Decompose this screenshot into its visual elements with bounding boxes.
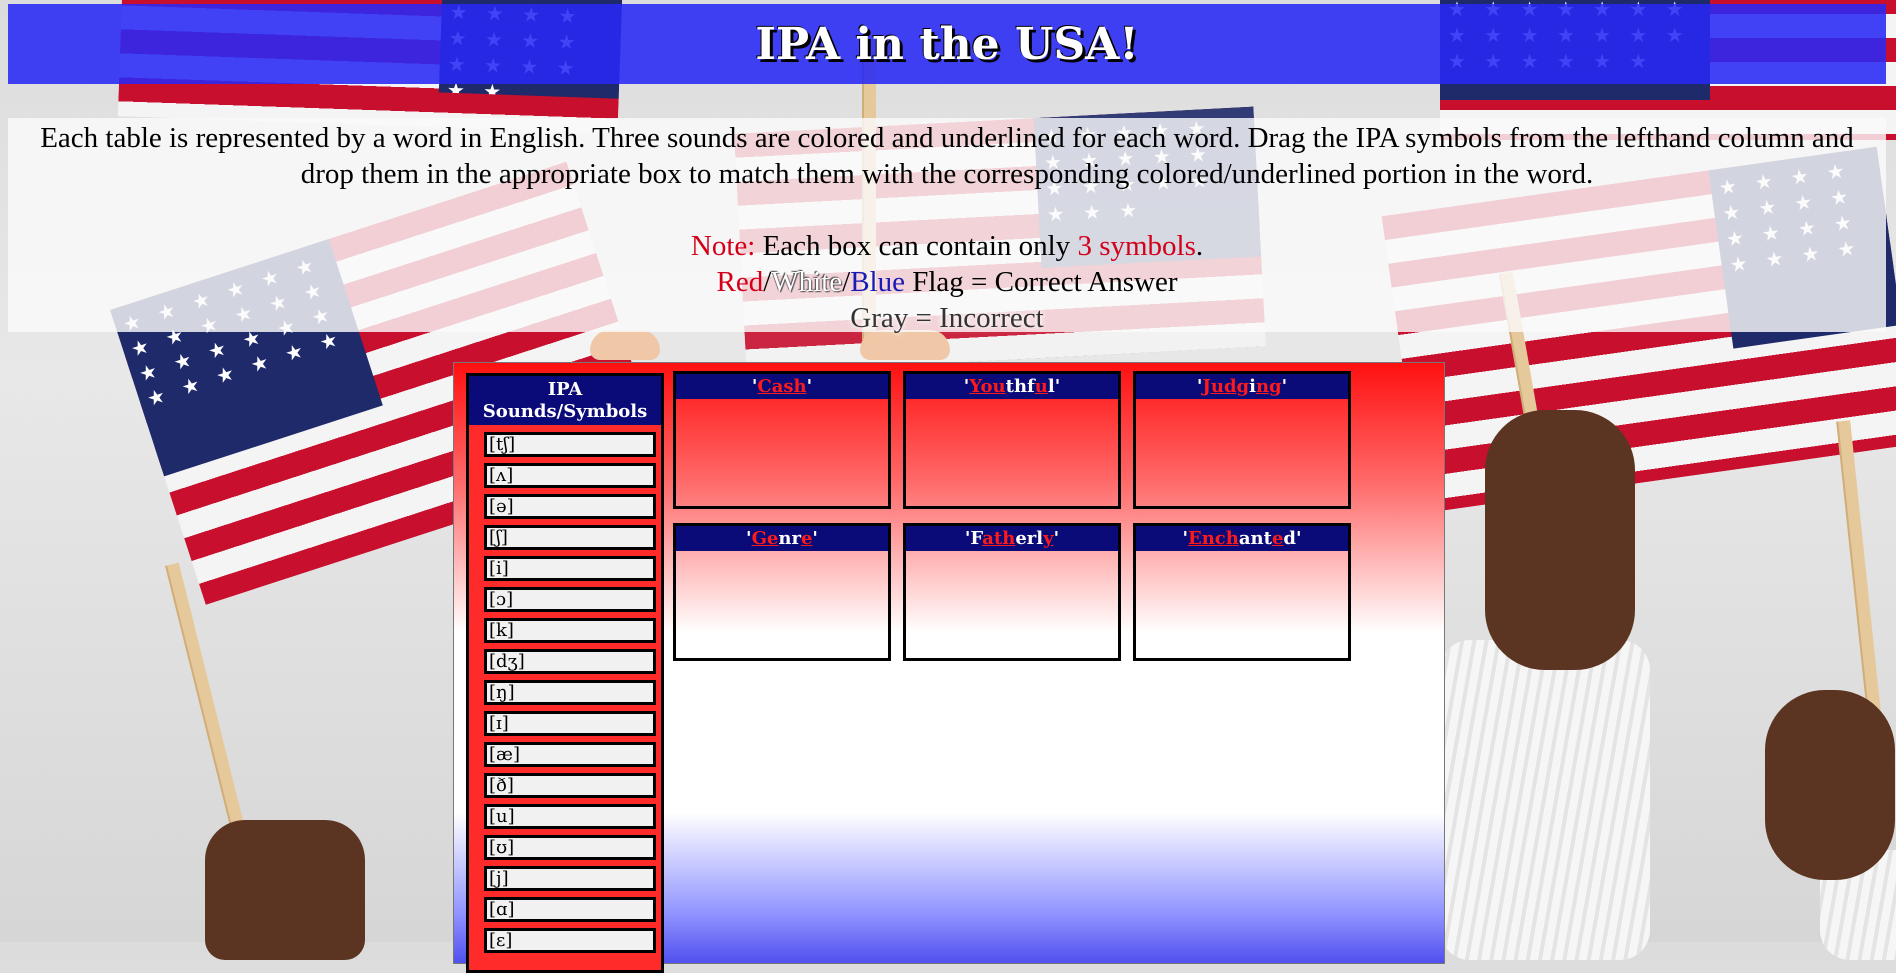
note-text-1: Each box can contain only xyxy=(755,230,1078,262)
instructions-text: Each table is represented by a word in E… xyxy=(40,122,1854,190)
highlighted-sound: e xyxy=(1271,528,1284,549)
instructions-panel: Each table is represented by a word in E… xyxy=(8,118,1886,334)
legend-gray-line: Gray = Incorrect xyxy=(850,302,1044,334)
highlighted-sound: You xyxy=(969,376,1006,397)
note-line: Note: Each box can contain only 3 symbol… xyxy=(8,228,1886,264)
ipa-symbol-tile[interactable]: [ʃ] xyxy=(484,525,656,550)
highlighted-sound: ath xyxy=(982,528,1016,549)
word-text: nr xyxy=(778,528,801,549)
legend-correct-text: Flag = Correct Answer xyxy=(905,266,1178,298)
legend-white: White xyxy=(771,266,843,298)
highlighted-sound: ng xyxy=(1255,376,1282,397)
game-panel: IPA Sounds/Symbols [tʃ] [ʌ] [ə] [ʃ] [i] [ɔ] [k… xyxy=(453,362,1445,973)
word-text: l' xyxy=(1047,376,1061,397)
word-text: ' xyxy=(1053,528,1060,549)
highlighted-sound: Judg xyxy=(1202,376,1250,397)
ipa-symbol-tile[interactable]: [i] xyxy=(484,556,656,581)
word-header: 'Judging' xyxy=(1136,374,1348,399)
ipa-symbol-tile[interactable]: [ɛ] xyxy=(484,928,656,953)
symbols-header-line2: Sounds/Symbols xyxy=(482,401,648,422)
flag-legend-line: Red/White/Blue Flag = Correct Answer xyxy=(8,264,1886,300)
note-text-2: . xyxy=(1195,230,1204,262)
word-header: 'Youthful' xyxy=(906,374,1118,399)
highlighted-sound: Ench xyxy=(1188,528,1239,549)
highlighted-sound: e xyxy=(800,528,813,549)
word-text: 'F xyxy=(964,528,983,549)
ipa-symbol-tile[interactable]: [ə] xyxy=(484,494,656,519)
symbols-list: [tʃ] [ʌ] [ə] [ʃ] [i] [ɔ] [k] [dʒ] [ŋ] [ɪ] [æ] [ð] [u… xyxy=(469,425,661,953)
word-drop-box[interactable]: 'Youthful' xyxy=(903,371,1121,509)
ipa-symbol-tile[interactable]: [ʊ] xyxy=(484,835,656,860)
symbols-header-line1: IPA xyxy=(547,379,583,400)
word-drop-box[interactable]: 'Judging' xyxy=(1133,371,1351,509)
page-title: IPA in the USA! xyxy=(755,18,1139,70)
word-header: 'Enchanted' xyxy=(1136,526,1348,551)
word-text: thf xyxy=(1005,376,1035,397)
word-drop-box[interactable]: 'Genre' xyxy=(673,523,891,661)
ipa-symbol-tile[interactable]: [ɪ] xyxy=(484,711,656,736)
title-banner: IPA in the USA! xyxy=(8,4,1886,84)
note-highlight: 3 symbols xyxy=(1077,230,1196,262)
word-drop-box[interactable]: 'Cash' xyxy=(673,371,891,509)
word-drop-box[interactable]: 'Fatherly' xyxy=(903,523,1121,661)
word-text: erl xyxy=(1015,528,1044,549)
ipa-symbol-tile[interactable]: [k] xyxy=(484,618,656,643)
word-header: 'Fatherly' xyxy=(906,526,1118,551)
word-header: 'Genre' xyxy=(676,526,888,551)
legend-blue: Blue xyxy=(850,266,905,298)
ipa-symbol-tile[interactable]: [tʃ] xyxy=(484,432,656,457)
word-text: ' xyxy=(1281,376,1288,397)
word-text: ant xyxy=(1238,528,1272,549)
note-label: Note: xyxy=(690,230,756,262)
ipa-symbol-tile[interactable]: [ŋ] xyxy=(484,680,656,705)
ipa-symbol-tile[interactable]: [ɔ] xyxy=(484,587,656,612)
word-text: i xyxy=(1249,376,1256,397)
ipa-symbol-tile[interactable]: [u] xyxy=(484,804,656,829)
highlighted-sound: Ge xyxy=(751,528,779,549)
highlighted-sound: y xyxy=(1043,528,1054,549)
symbols-column: IPA Sounds/Symbols [tʃ] [ʌ] [ə] [ʃ] [i] [ɔ] [k… xyxy=(466,373,664,973)
ipa-symbol-tile[interactable]: [ʌ] xyxy=(484,463,656,488)
word-drop-box[interactable]: 'Enchanted' xyxy=(1133,523,1351,661)
ipa-symbol-tile[interactable]: [dʒ] xyxy=(484,649,656,674)
note-block: Note: Each box can contain only 3 symbol… xyxy=(8,228,1886,336)
legend-sep-2: / xyxy=(842,266,851,298)
ipa-symbol-tile[interactable]: [j] xyxy=(484,866,656,891)
ipa-symbol-tile[interactable]: [æ] xyxy=(484,742,656,767)
word-text: ' xyxy=(806,376,813,397)
word-text: d' xyxy=(1283,528,1302,549)
ipa-symbol-tile[interactable]: [ð] xyxy=(484,773,656,798)
symbols-column-header: IPA Sounds/Symbols xyxy=(469,376,661,425)
word-text: ' xyxy=(812,528,818,549)
highlighted-sound: Cash xyxy=(757,376,807,397)
word-header: 'Cash' xyxy=(676,374,888,399)
highlighted-sound: u xyxy=(1034,376,1048,397)
ipa-symbol-tile[interactable]: [ɑ] xyxy=(484,897,656,922)
legend-red: Red xyxy=(716,266,764,298)
